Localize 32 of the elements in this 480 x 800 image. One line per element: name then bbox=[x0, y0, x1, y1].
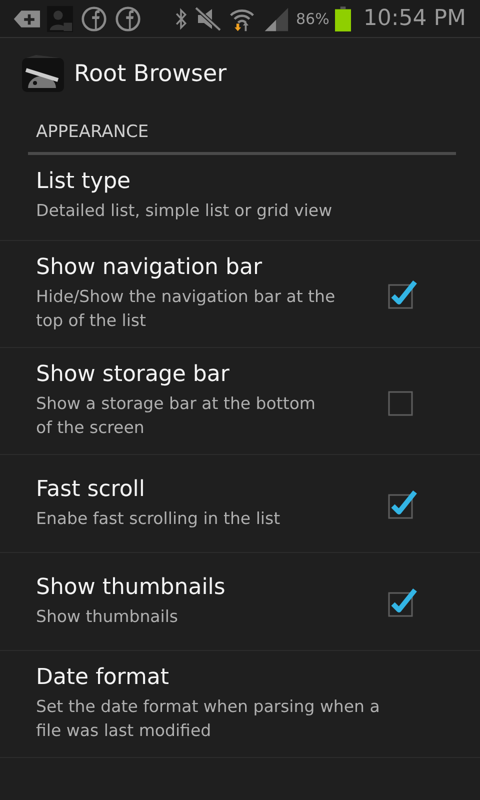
checkbox[interactable] bbox=[388, 488, 418, 518]
setting-title: Show thumbnails bbox=[36, 574, 226, 600]
setting-title: List type bbox=[36, 168, 132, 194]
setting-summary: Detailed list, simple list or grid view bbox=[36, 200, 334, 222]
clock: 10:54 PM bbox=[363, 6, 466, 31]
checkbox[interactable] bbox=[388, 279, 418, 309]
bluetooth-icon bbox=[174, 6, 188, 32]
setting-title: Show navigation bar bbox=[36, 255, 263, 280]
setting-summary: Set the date format when parsing when a file was last modified bbox=[36, 696, 381, 742]
battery-icon bbox=[335, 6, 352, 32]
settings-row[interactable]: Show navigation bar Hide/Show the navigation bar at the top of the list bbox=[0, 241, 480, 348]
settings-row[interactable]: Fast scroll Enabe fast scrolling in the list bbox=[0, 455, 480, 553]
settings-row[interactable]: Show thumbnails Show thumbnails bbox=[0, 553, 480, 651]
settings-row[interactable]: Show storage bar Show a storage bar at the bottom of the screen bbox=[0, 348, 480, 455]
section-header: APPEARANCE bbox=[36, 122, 149, 142]
app-title: Root Browser bbox=[74, 61, 227, 87]
setting-summary: Enabe fast scrolling in the list bbox=[36, 508, 282, 530]
setting-title: Date format bbox=[36, 665, 170, 690]
checkbox[interactable] bbox=[388, 586, 418, 616]
facebook-icon bbox=[114, 6, 142, 32]
setting-title: Show storage bar bbox=[36, 362, 230, 387]
setting-title: Fast scroll bbox=[36, 476, 146, 502]
setting-summary: Show a storage bar at the bottom of the screen bbox=[36, 393, 316, 439]
facebook-icon bbox=[80, 6, 108, 32]
setting-summary: Show thumbnails bbox=[36, 606, 180, 628]
contact-icon bbox=[46, 6, 74, 32]
mute-icon bbox=[194, 6, 222, 32]
setting-summary: Hide/Show the navigation bar at the top of the list bbox=[36, 286, 336, 332]
settings-row[interactable]: Date format Set the date format when parsing when a file was last modified bbox=[0, 651, 480, 758]
settings-row[interactable]: List type Detailed list, simple list or grid view bbox=[0, 155, 480, 241]
signal-icon bbox=[262, 6, 290, 32]
battery-percent: 86% bbox=[296, 10, 330, 28]
